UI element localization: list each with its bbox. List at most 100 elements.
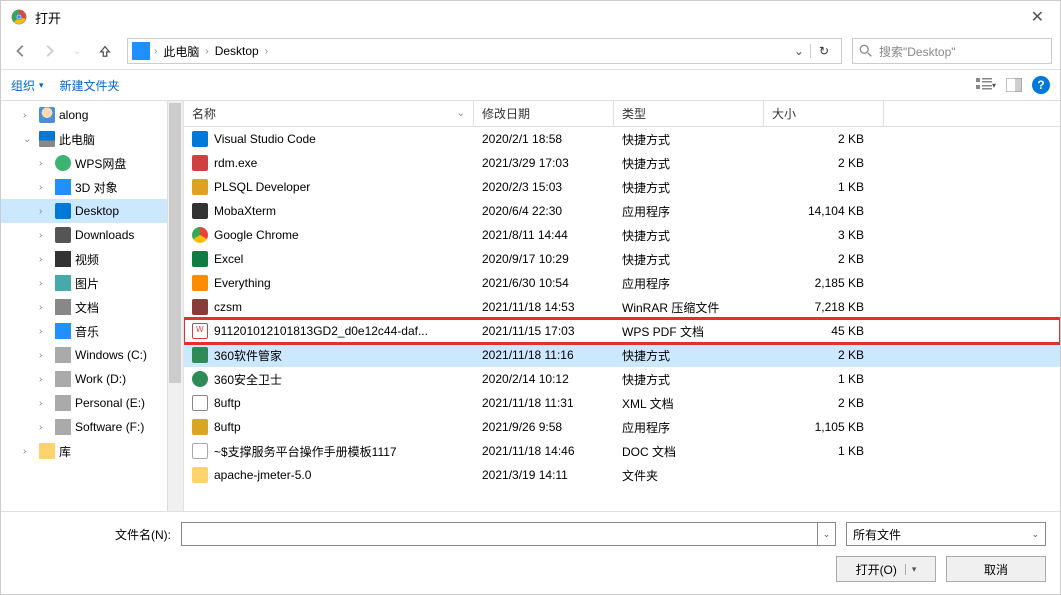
file-row[interactable]: PLSQL Developer2020/2/3 15:03快捷方式1 KB [184,175,1060,199]
file-row[interactable]: 8uftp2021/9/26 9:58应用程序1,105 KB [184,415,1060,439]
chevron-down-icon[interactable]: ⌄ [788,44,810,58]
file-date: 2021/3/19 14:11 [474,468,614,482]
expander-icon[interactable]: › [39,254,51,265]
sidebar-item[interactable]: ›along [1,103,183,127]
file-row[interactable]: 911201012101813GD2_d0e12c44-daf...2021/1… [184,319,1060,343]
open-button[interactable]: 打开(O)▾ [836,556,936,582]
file-name: Everything [214,276,271,290]
file-row[interactable]: 360安全卫士2020/2/14 10:12快捷方式1 KB [184,367,1060,391]
file-type-filter[interactable]: 所有文件 ⌄ [846,522,1046,546]
expander-icon[interactable]: › [39,182,51,193]
file-name: Google Chrome [214,228,299,242]
file-row[interactable]: MobaXterm2020/6/4 22:30应用程序14,104 KB [184,199,1060,223]
file-row[interactable]: czsm2021/11/18 14:53WinRAR 压缩文件7,218 KB [184,295,1060,319]
search-icon [859,44,873,58]
file-row[interactable]: 8uftp2021/11/18 11:31XML 文档2 KB [184,391,1060,415]
sidebar-item[interactable]: ⌄ 此电脑 [1,127,183,151]
file-date: 2021/6/30 10:54 [474,276,614,290]
expander-icon[interactable]: › [39,302,51,313]
forward-button[interactable] [37,39,61,63]
file-row[interactable]: apache-jmeter-5.02021/3/19 14:11文件夹 [184,463,1060,487]
file-icon [192,299,208,315]
file-row[interactable]: Google Chrome2021/8/11 14:44快捷方式3 KB [184,223,1060,247]
sidebar-item[interactable]: ›3D 对象 [1,175,183,199]
view-mode-icon[interactable]: ▾ [976,75,996,95]
expander-icon[interactable]: › [39,398,51,409]
expander-icon[interactable]: › [39,350,51,361]
filename-input[interactable]: ⌄ [181,522,836,546]
recent-dropdown-icon[interactable]: ⌄ [65,39,89,63]
navbar: ⌄ › 此电脑 › Desktop › ⌄ ↻ 搜索"Desktop" [1,33,1060,69]
file-date: 2021/11/18 11:31 [474,396,614,410]
file-row[interactable]: Visual Studio Code2020/2/1 18:58快捷方式2 KB [184,127,1060,151]
sidebar-item[interactable]: ›WPS网盘 [1,151,183,175]
sidebar-item[interactable]: ›Work (D:) [1,367,183,391]
chevron-right-icon[interactable]: › [265,46,268,57]
file-icon [192,347,208,363]
sidebar-item-label: 此电脑 [59,131,95,148]
file-type: 快捷方式 [614,347,764,364]
cancel-button[interactable]: 取消 [946,556,1046,582]
file-icon [192,323,208,339]
preview-pane-icon[interactable] [1004,75,1024,95]
sidebar-item[interactable]: ›视频 [1,247,183,271]
expander-icon[interactable]: › [39,326,51,337]
sidebar-item[interactable]: ›Desktop [1,199,183,223]
filename-label: 文件名(N): [15,526,171,543]
file-row[interactable]: rdm.exe2021/3/29 17:03快捷方式2 KB [184,151,1060,175]
breadcrumb-part[interactable]: Desktop [209,44,265,58]
folder-icon [55,251,71,267]
sidebar-item[interactable]: ›Downloads [1,223,183,247]
sidebar-item[interactable]: ›Software (F:) [1,415,183,439]
help-icon[interactable]: ? [1032,76,1050,94]
file-name: Excel [214,252,243,266]
back-button[interactable] [9,39,33,63]
file-row[interactable]: Everything2021/6/30 10:54应用程序2,185 KB [184,271,1060,295]
column-date[interactable]: 修改日期 [474,101,614,126]
expander-icon[interactable]: › [39,374,51,385]
scrollbar[interactable] [167,101,183,511]
file-icon [192,371,208,387]
expander-icon[interactable]: ⌄ [23,134,35,145]
expander-icon[interactable]: › [39,206,51,217]
expander-icon[interactable]: › [39,158,51,169]
expander-icon[interactable]: › [39,230,51,241]
file-type: XML 文档 [614,395,764,412]
filename-field[interactable] [182,523,817,545]
sidebar-item[interactable]: ›库 [1,439,183,463]
column-name[interactable]: 名称⌄ [184,101,474,126]
file-type: 快捷方式 [614,155,764,172]
sidebar-item[interactable]: ›音乐 [1,319,183,343]
search-placeholder: 搜索"Desktop" [879,43,956,60]
breadcrumb[interactable]: › 此电脑 › Desktop › ⌄ ↻ [127,38,842,64]
column-type[interactable]: 类型 [614,101,764,126]
sidebar-item[interactable]: ›Windows (C:) [1,343,183,367]
file-row[interactable]: ~$支撑服务平台操作手册模板11172021/11/18 14:46DOC 文档… [184,439,1060,463]
up-button[interactable] [93,39,117,63]
expander-icon[interactable]: › [23,446,35,457]
file-row[interactable]: 360软件管家2021/11/18 11:16快捷方式2 KB [184,343,1060,367]
organize-button[interactable]: 组织 ▾ [11,77,44,94]
sidebar-item-label: 库 [59,443,71,460]
folder-icon [39,443,55,459]
file-date: 2021/11/18 11:16 [474,348,614,362]
expander-icon[interactable]: › [39,278,51,289]
file-type: 快捷方式 [614,251,764,268]
sidebar-item[interactable]: ›文档 [1,295,183,319]
breadcrumb-part[interactable]: 此电脑 [157,43,205,60]
search-input[interactable]: 搜索"Desktop" [852,38,1052,64]
file-row[interactable]: Excel2020/9/17 10:29快捷方式2 KB [184,247,1060,271]
scrollbar-thumb[interactable] [169,103,181,383]
chevron-down-icon[interactable]: ⌄ [817,523,835,545]
refresh-icon[interactable]: ↻ [810,44,837,58]
close-icon[interactable]: ✕ [1025,7,1050,27]
column-size[interactable]: 大小 [764,101,884,126]
sidebar-item[interactable]: ›Personal (E:) [1,391,183,415]
file-date: 2021/9/26 9:58 [474,420,614,434]
file-size: 1,105 KB [764,420,884,434]
new-folder-button[interactable]: 新建文件夹 [60,77,120,94]
sidebar-item[interactable]: ›图片 [1,271,183,295]
chevron-down-icon[interactable]: ▾ [905,564,917,575]
expander-icon[interactable]: › [39,422,51,433]
expander-icon[interactable]: › [23,110,35,121]
